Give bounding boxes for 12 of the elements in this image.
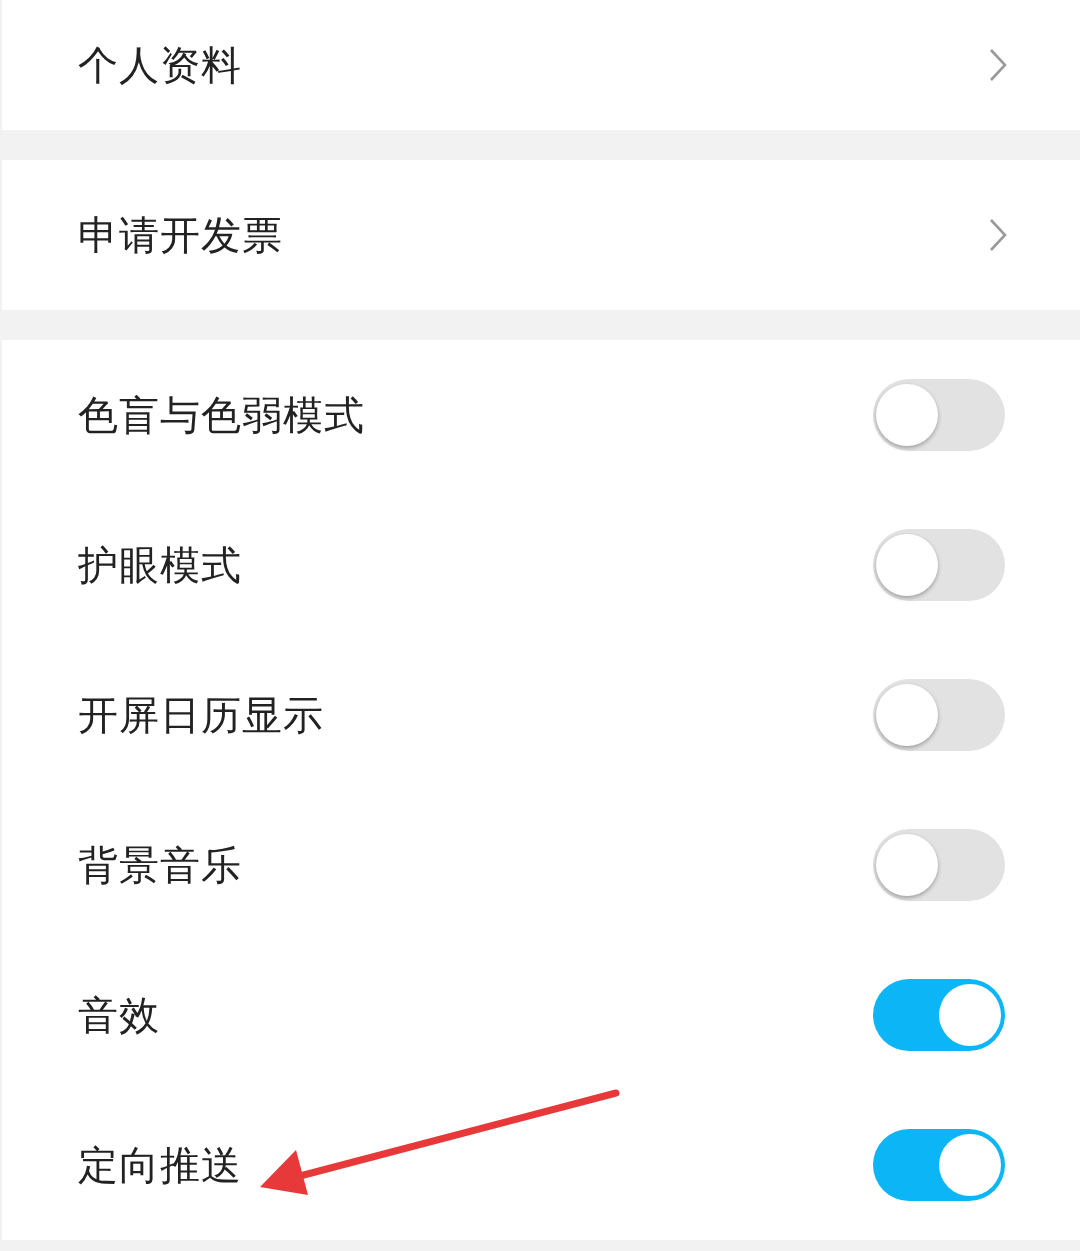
setting-label: 背景音乐 bbox=[78, 840, 242, 890]
setting-label: 申请开发票 bbox=[78, 210, 283, 260]
chevron-icon bbox=[988, 47, 1008, 83]
setting-label: 个人资料 bbox=[78, 40, 242, 90]
settings-item[interactable]: 申请开发票 bbox=[2, 160, 1080, 310]
chevron-icon bbox=[988, 217, 1008, 253]
setting-label: 色盲与色弱模式 bbox=[78, 390, 365, 440]
settings-item[interactable]: 个人资料 bbox=[2, 0, 1080, 130]
setting-label: 护眼模式 bbox=[78, 540, 242, 590]
setting-label: 开屏日历显示 bbox=[78, 690, 324, 740]
setting-label: 定向推送 bbox=[78, 1140, 242, 1190]
setting-label: 音效 bbox=[78, 990, 160, 1040]
